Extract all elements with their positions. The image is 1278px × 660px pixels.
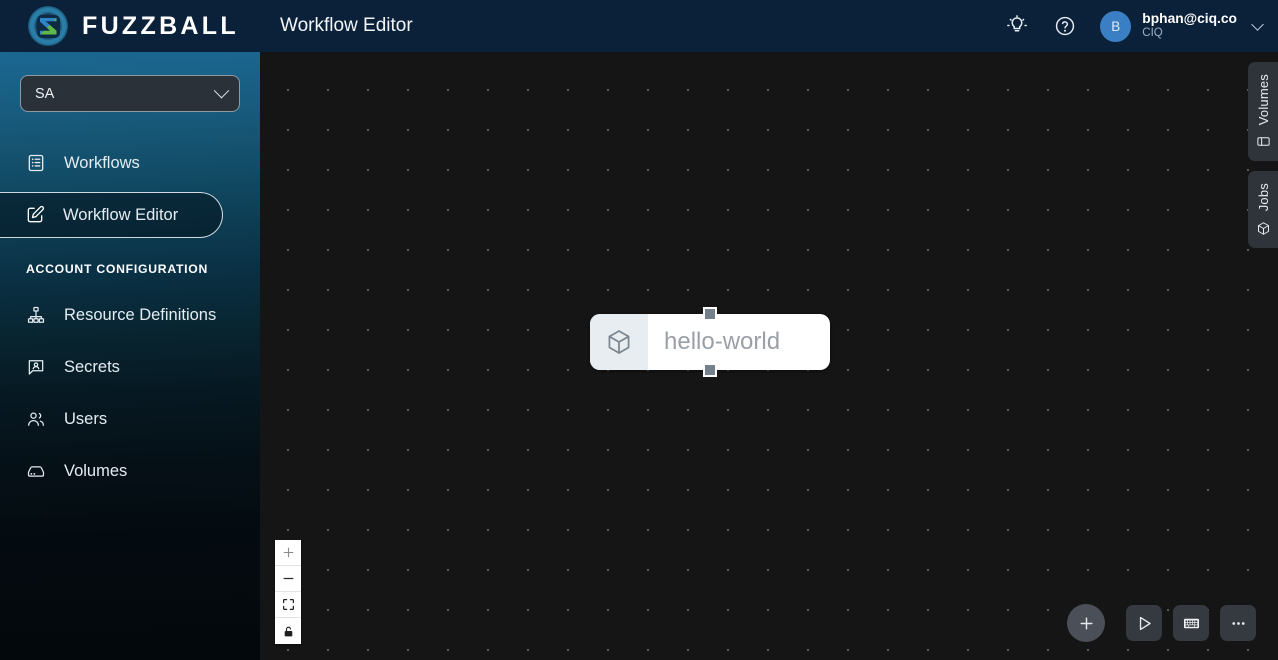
avatar: B bbox=[1100, 10, 1132, 42]
side-tab-label: Jobs bbox=[1255, 183, 1271, 212]
sidebar-item-label: Users bbox=[64, 409, 108, 428]
drive-icon bbox=[1256, 137, 1270, 147]
unlock-icon[interactable] bbox=[275, 618, 301, 644]
brand-logo-bar[interactable]: FUZZBALL bbox=[0, 0, 260, 52]
org-select-value: SA bbox=[35, 85, 55, 102]
hexagon-cube-icon bbox=[1257, 221, 1269, 235]
more-options-button[interactable] bbox=[1220, 605, 1256, 641]
run-workflow-button[interactable] bbox=[1126, 605, 1162, 641]
keyboard-shortcuts-button[interactable] bbox=[1173, 605, 1209, 641]
fuzzball-logo-icon bbox=[28, 6, 68, 46]
page-title: Workflow Editor bbox=[280, 15, 413, 36]
top-header: Workflow Editor B bphan@ciq.co CIQ bbox=[260, 0, 1278, 52]
brand-name: FUZZBALL bbox=[82, 11, 239, 40]
app-root: FUZZBALL SA Workflows Workflow Editor AC… bbox=[0, 0, 1278, 660]
org-select-dropdown[interactable]: SA bbox=[20, 75, 240, 112]
cube-icon bbox=[590, 314, 648, 370]
workflow-canvas[interactable]: hello-world bbox=[260, 52, 1278, 660]
chevron-down-icon bbox=[213, 82, 230, 99]
connection-handle-top[interactable] bbox=[703, 307, 717, 321]
drive-icon bbox=[26, 461, 46, 481]
user-menu[interactable]: B bphan@ciq.co CIQ bbox=[1100, 10, 1264, 42]
sidebar-item-label: Volumes bbox=[64, 461, 128, 480]
fit-view-button[interactable] bbox=[275, 592, 301, 618]
sidebar-item-workflow-editor[interactable]: Workflow Editor bbox=[0, 192, 223, 238]
sidebar-item-label: Workflow Editor bbox=[63, 205, 179, 224]
sidebar-item-label: Secrets bbox=[64, 357, 120, 376]
side-tab-label: Volumes bbox=[1255, 74, 1271, 126]
zoom-controls bbox=[275, 540, 301, 644]
list-document-icon bbox=[26, 153, 46, 173]
users-icon bbox=[26, 409, 46, 429]
sidebar-item-label: Workflows bbox=[64, 153, 140, 172]
sitemap-icon bbox=[26, 305, 46, 325]
sidebar-primary-nav: Workflows Workflow Editor bbox=[0, 140, 260, 244]
pencil-square-icon bbox=[25, 205, 45, 225]
sidebar-item-workflows[interactable]: Workflows bbox=[0, 140, 260, 186]
workflow-node-label: hello-world bbox=[664, 328, 781, 355]
sidebar-item-secrets[interactable]: Secrets bbox=[0, 344, 260, 390]
question-circle-icon[interactable] bbox=[1052, 13, 1078, 39]
connection-handle-bottom[interactable] bbox=[703, 363, 717, 377]
sidebar-item-volumes[interactable]: Volumes bbox=[0, 448, 260, 494]
user-info: bphan@ciq.co CIQ bbox=[1142, 11, 1237, 40]
add-node-button[interactable] bbox=[1067, 604, 1105, 642]
zoom-in-button[interactable] bbox=[275, 540, 301, 566]
sidebar-item-label: Resource Definitions bbox=[64, 305, 217, 324]
user-org: CIQ bbox=[1142, 27, 1163, 40]
side-tab-volumes[interactable]: Volumes bbox=[1248, 62, 1278, 162]
zoom-out-button[interactable] bbox=[275, 566, 301, 592]
side-panel-tabs: Volumes Jobs bbox=[1248, 62, 1278, 258]
workflow-node-hello-world[interactable]: hello-world bbox=[590, 307, 830, 377]
sidebar-item-resource-definitions[interactable]: Resource Definitions bbox=[0, 292, 260, 338]
chevron-down-icon bbox=[1251, 18, 1264, 31]
sidebar-config-nav: Resource Definitions Secrets Users Volum… bbox=[0, 292, 260, 500]
side-tab-jobs[interactable]: Jobs bbox=[1248, 171, 1278, 248]
secret-badge-icon bbox=[26, 357, 46, 377]
user-email: bphan@ciq.co bbox=[1142, 11, 1237, 27]
lightbulb-icon[interactable] bbox=[1004, 13, 1030, 39]
sidebar-section-label: ACCOUNT CONFIGURATION bbox=[26, 262, 209, 276]
canvas-toolbar bbox=[1067, 604, 1256, 642]
sidebar: FUZZBALL SA Workflows Workflow Editor AC… bbox=[0, 0, 260, 660]
sidebar-item-users[interactable]: Users bbox=[0, 396, 260, 442]
